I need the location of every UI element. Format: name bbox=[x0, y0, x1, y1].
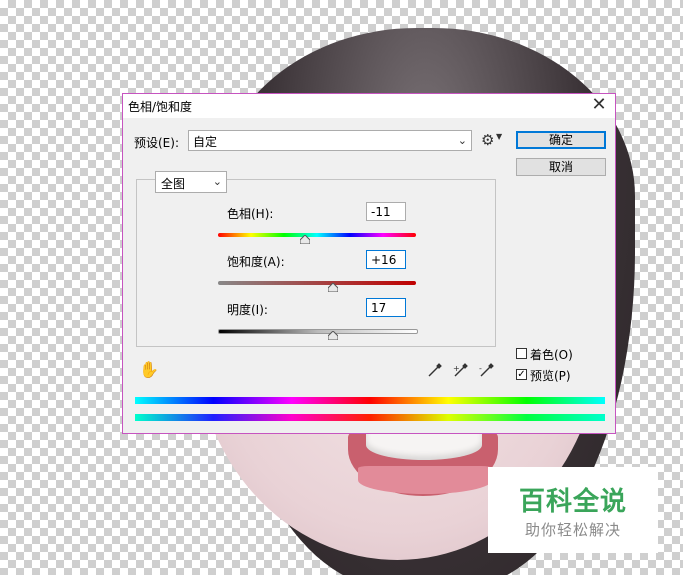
caret-down-icon: ▼ bbox=[496, 132, 503, 141]
hand-adjust-icon[interactable]: ✋ bbox=[139, 360, 159, 379]
preview-checkbox[interactable]: ✓ bbox=[516, 369, 527, 380]
chevron-down-icon: ⌄ bbox=[212, 175, 222, 188]
photo-teeth bbox=[366, 430, 482, 460]
watermark-subtitle: 助你轻松解决 bbox=[524, 521, 621, 539]
saturation-slider-track[interactable] bbox=[218, 281, 416, 285]
lightness-slider-track[interactable] bbox=[218, 329, 418, 334]
chevron-down-icon: ⌄ bbox=[457, 134, 467, 147]
lightness-input[interactable]: 17 bbox=[366, 298, 406, 317]
eyedropper-icon[interactable] bbox=[427, 362, 443, 378]
cancel-button[interactable]: 取消 bbox=[516, 158, 606, 176]
ok-button[interactable]: 确定 bbox=[516, 131, 606, 149]
photo-lower-lip bbox=[358, 466, 492, 494]
eyedropper-minus-icon[interactable]: - bbox=[479, 362, 495, 378]
svg-text:-: - bbox=[479, 364, 482, 373]
output-spectrum-bar bbox=[135, 414, 605, 421]
hue-slider-track[interactable] bbox=[218, 233, 416, 237]
hue-saturation-dialog: 色相/饱和度 ✕ 预设(E): 自定 ⌄ ⚙ ▼ 确定 取消 全图 ⌄ 色相(H… bbox=[122, 93, 616, 434]
saturation-label: 饱和度(A): bbox=[227, 255, 285, 269]
input-spectrum-bar bbox=[135, 397, 605, 404]
gear-icon[interactable]: ⚙ bbox=[481, 131, 494, 149]
colorize-label: 着色(O) bbox=[530, 348, 573, 362]
watermark: 百科全说 助你轻松解决 bbox=[488, 467, 658, 553]
hue-slider-thumb[interactable] bbox=[300, 235, 311, 244]
watermark-title: 百科全说 bbox=[518, 487, 627, 517]
preset-dropdown[interactable]: 自定 ⌄ bbox=[188, 130, 472, 151]
saturation-slider-thumb[interactable] bbox=[327, 283, 338, 292]
preset-value: 自定 bbox=[193, 135, 218, 149]
saturation-input[interactable]: +16 bbox=[366, 250, 406, 269]
close-icon[interactable]: ✕ bbox=[589, 95, 609, 115]
hue-input[interactable]: -11 bbox=[366, 202, 406, 221]
dialog-title: 色相/饱和度 bbox=[128, 100, 193, 114]
colorize-checkbox[interactable] bbox=[516, 348, 527, 359]
eyedropper-plus-icon[interactable]: + bbox=[453, 362, 469, 378]
channel-value: 全图 bbox=[161, 177, 186, 191]
adjustment-group bbox=[136, 179, 496, 347]
preset-label: 预设(E): bbox=[134, 136, 179, 150]
dialog-titlebar[interactable]: 色相/饱和度 ✕ bbox=[123, 94, 615, 118]
svg-text:+: + bbox=[453, 364, 460, 373]
lightness-slider-thumb[interactable] bbox=[327, 331, 338, 340]
preview-label: 预览(P) bbox=[530, 369, 571, 383]
lightness-label: 明度(I): bbox=[227, 303, 268, 317]
hue-label: 色相(H): bbox=[227, 207, 274, 221]
channel-dropdown[interactable]: 全图 ⌄ bbox=[155, 171, 227, 193]
